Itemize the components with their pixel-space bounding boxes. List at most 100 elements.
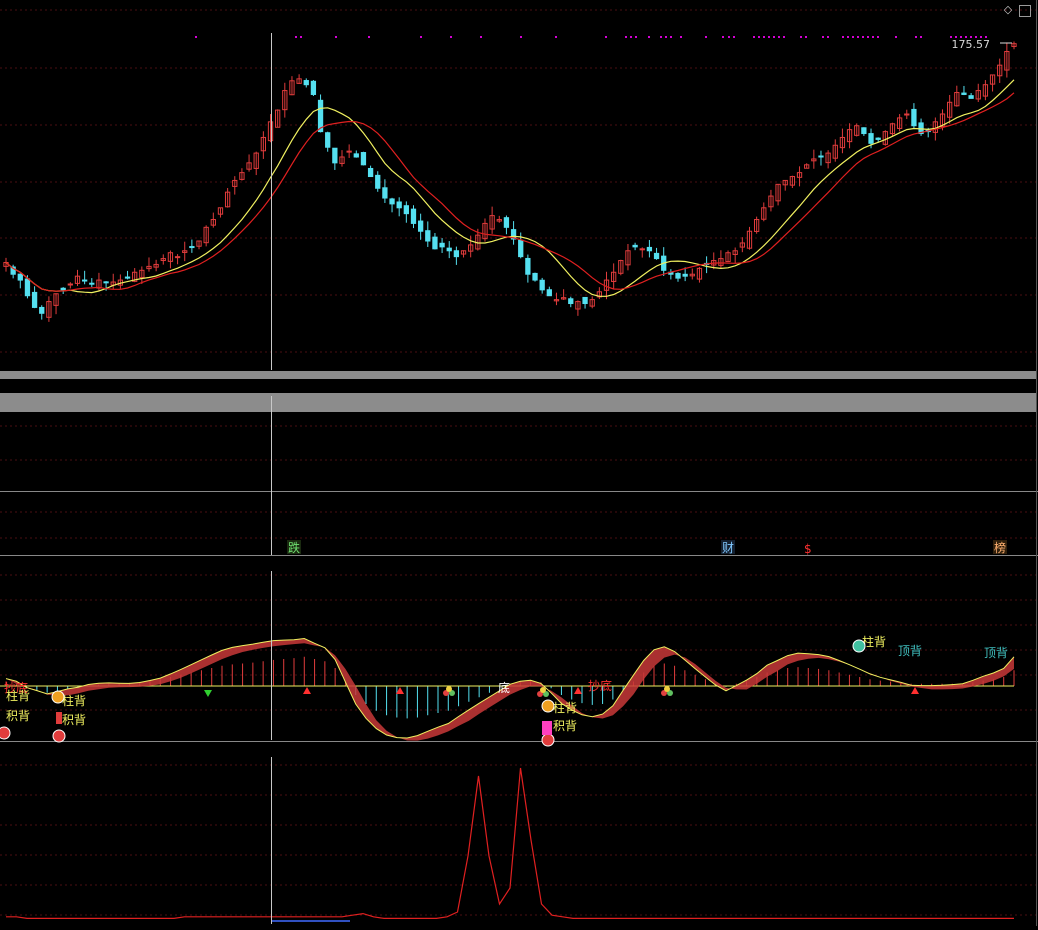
ma-slow-line xyxy=(5,92,1015,292)
candle-body xyxy=(17,273,23,281)
jibei-marker xyxy=(56,712,62,724)
diamond-icon[interactable]: ◇ xyxy=(1002,4,1014,16)
maximize-square-icon[interactable]: □ xyxy=(1019,5,1031,17)
candle-body xyxy=(646,246,653,252)
fruit-marker-icon xyxy=(664,686,670,692)
signal-jibei: 积背 xyxy=(553,719,577,733)
candle-body xyxy=(360,152,367,166)
candle-body xyxy=(439,242,445,248)
signal-dot xyxy=(722,36,724,38)
signal-dot xyxy=(555,36,557,38)
signal-dot xyxy=(768,36,770,38)
candle-body xyxy=(425,230,431,242)
signal-dot xyxy=(783,36,785,38)
diamond-marker-icon xyxy=(51,690,65,704)
signal-dot xyxy=(670,36,672,38)
signal-dot xyxy=(705,36,707,38)
plus-marker-icon xyxy=(0,726,11,740)
candle-body xyxy=(39,306,45,314)
signal-zhubei: 柱背 xyxy=(6,688,30,703)
signal-dot xyxy=(827,36,829,38)
ma-fast-line xyxy=(5,79,1015,297)
peak-indicator-line xyxy=(6,767,1014,919)
separator-bar xyxy=(0,393,1036,412)
candle-body xyxy=(682,273,688,277)
candle-body xyxy=(417,220,424,232)
signal-dot xyxy=(630,36,632,38)
candle-body xyxy=(396,201,402,209)
signal-dot xyxy=(605,36,607,38)
diamond-marker-icon xyxy=(541,699,555,713)
candle-body xyxy=(911,108,917,127)
signal-dot xyxy=(450,36,452,38)
fruit-marker-icon xyxy=(446,686,452,692)
candle-body xyxy=(446,247,452,252)
signal-dot xyxy=(335,36,337,38)
signal-di: 底 xyxy=(498,680,510,695)
candle-body xyxy=(303,80,309,86)
signal-dot xyxy=(420,36,422,38)
plus-marker-icon xyxy=(541,733,555,747)
signal-jibei: 积背 xyxy=(6,709,30,723)
candle-body xyxy=(89,282,95,285)
arrow-marker-icon xyxy=(204,690,212,697)
signal-dot xyxy=(877,36,879,38)
candle-body xyxy=(503,217,510,228)
signal-dot xyxy=(852,36,854,38)
candle-body xyxy=(582,296,588,305)
candle-body xyxy=(367,167,374,178)
signal-dot xyxy=(842,36,844,38)
signal-dot xyxy=(368,36,370,38)
candle-body xyxy=(310,80,317,95)
candle-body xyxy=(103,281,109,284)
signal-dot xyxy=(758,36,760,38)
signal-dot xyxy=(665,36,667,38)
signal-dot xyxy=(867,36,869,38)
signal-dot xyxy=(480,36,482,38)
signal-dingbei: 顶背 xyxy=(898,644,922,658)
signal-dot xyxy=(805,36,807,38)
signal-dot xyxy=(753,36,755,38)
candle-body xyxy=(875,137,881,140)
signal-dot xyxy=(733,36,735,38)
candle-body xyxy=(389,198,395,205)
candle-body xyxy=(24,278,31,297)
signal-dot xyxy=(635,36,637,38)
signal-dot xyxy=(680,36,682,38)
candle-body xyxy=(525,257,531,275)
candle-body xyxy=(568,298,574,305)
candle-body xyxy=(375,174,381,189)
candle-body xyxy=(67,283,73,286)
candle-body xyxy=(539,279,545,291)
signal-dot xyxy=(295,36,297,38)
candle-body xyxy=(81,279,88,282)
candle-body xyxy=(189,246,195,249)
stock-chart-window: 175.57跌财$榜抄底柱背积背柱背积背底抄底柱背积背柱背顶背顶背 ◇ □ xyxy=(0,0,1038,926)
candle-body xyxy=(410,208,417,224)
signal-dot xyxy=(728,36,730,38)
signal-dot xyxy=(660,36,662,38)
signal-dot xyxy=(300,36,302,38)
event-dollar: $ xyxy=(804,542,812,556)
jibei-marker xyxy=(542,721,552,735)
candle-body xyxy=(904,113,910,116)
signal-jibei: 积背 xyxy=(62,713,86,727)
candle-body xyxy=(332,147,338,164)
signal-dingbei: 顶背 xyxy=(984,646,1008,660)
signal-dot xyxy=(915,36,917,38)
event-bang: 榜 xyxy=(994,540,1006,555)
candle-body xyxy=(532,272,538,281)
signal-dot xyxy=(920,36,922,38)
candle-body xyxy=(174,256,181,259)
candle-body xyxy=(818,155,824,158)
chart-canvas[interactable]: 175.57跌财 $ 榜抄底柱背积背柱背积背底 抄底柱背积背柱背顶背 顶背 xyxy=(0,0,1038,926)
separator-bar xyxy=(0,371,1036,379)
event-die: 跌 xyxy=(288,540,300,555)
arrow-marker-icon xyxy=(574,687,582,694)
signal-zhubei: 柱背 xyxy=(62,693,86,708)
signal-dot xyxy=(625,36,627,38)
candle-body xyxy=(868,133,874,144)
signal-dot xyxy=(862,36,864,38)
candle-body xyxy=(546,289,552,297)
candle-body xyxy=(639,248,645,251)
